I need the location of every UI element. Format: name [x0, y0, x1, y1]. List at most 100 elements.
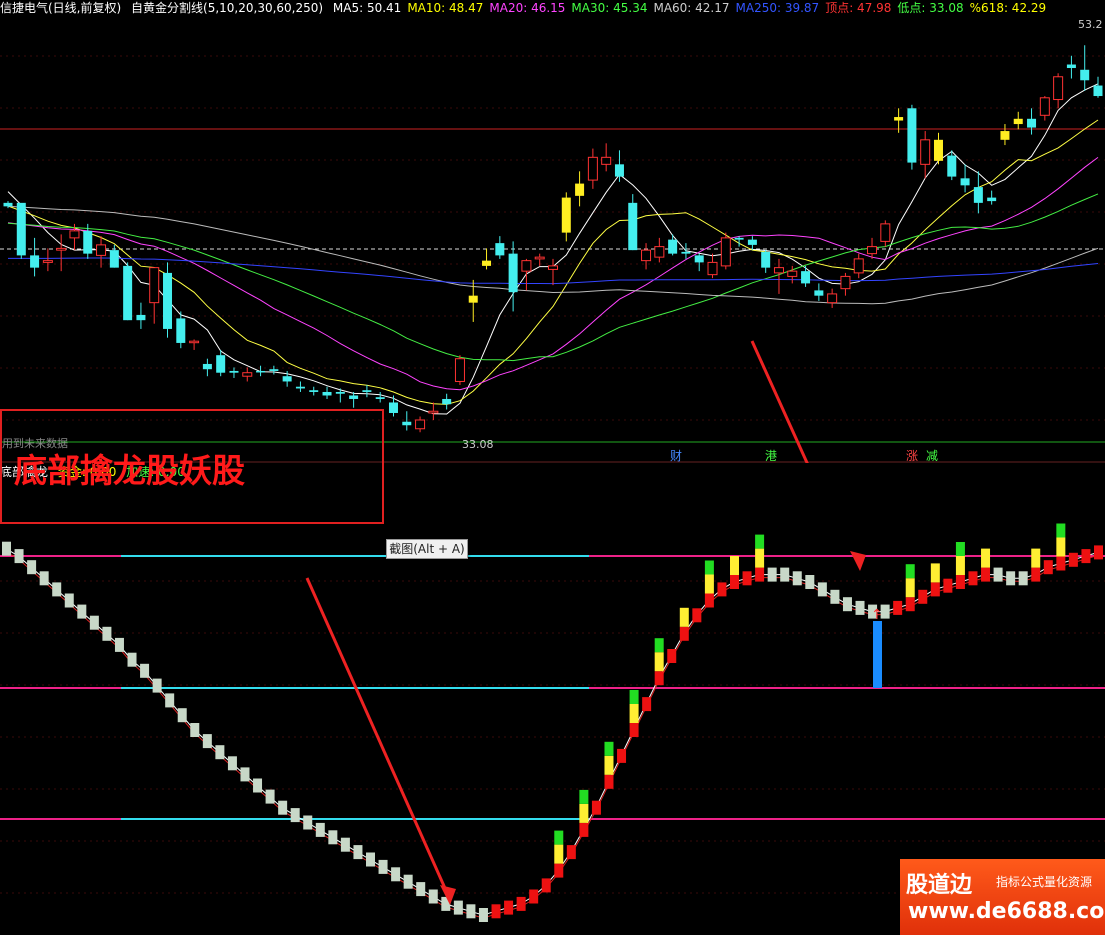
- indicator-value-5: MA250: 39.87: [735, 1, 820, 15]
- event-marker-1[interactable]: 港: [765, 449, 777, 463]
- candle-2: [30, 237, 40, 277]
- candle-61: [814, 283, 824, 301]
- indicator-block-65: [817, 582, 827, 597]
- indicator-block-body: [14, 549, 24, 564]
- candle-body: [641, 249, 652, 262]
- indicator-block-body: [993, 567, 1003, 582]
- candle-62: [827, 288, 838, 308]
- indicator-block-green: [755, 534, 765, 549]
- event-marker-0[interactable]: 财: [670, 449, 682, 463]
- indicator-block-body: [215, 745, 225, 760]
- candle-body: [282, 376, 292, 382]
- candle-52: [694, 253, 704, 272]
- indicator-block-81: [1018, 571, 1028, 586]
- indicator-block-yellow: [905, 578, 915, 598]
- event-marker-3[interactable]: 减: [926, 449, 938, 463]
- indicator-block-77: [968, 571, 978, 586]
- watermark-tagline: 指标公式量化资源: [996, 875, 1093, 889]
- candle-66: [880, 220, 891, 247]
- indicator-block-body: [240, 767, 250, 782]
- indicator-block-yellow: [1031, 548, 1041, 568]
- indicator-block-body: [89, 615, 99, 630]
- indicator-block-17: [215, 745, 225, 760]
- indicator-block-25: [315, 822, 325, 837]
- candle-body: [1066, 64, 1076, 69]
- candle-body: [202, 363, 212, 370]
- candle-body: [1013, 118, 1023, 125]
- indicator-block-19: [240, 767, 250, 782]
- indicator-name[interactable]: 自黄金分割线(5,10,20,30,60,250): [131, 1, 323, 15]
- candle-60: [801, 265, 811, 287]
- candle-27: [362, 384, 372, 398]
- candle-54: [720, 232, 731, 270]
- candle-26: [349, 391, 359, 408]
- indicator-block-6: [77, 604, 87, 619]
- indicator-block-body: [918, 589, 928, 604]
- candle-body: [707, 261, 718, 276]
- candle-19: [256, 365, 266, 377]
- candle-82: [1093, 76, 1103, 98]
- indicator-block-body: [428, 889, 438, 904]
- indicator-block-yellow: [679, 607, 689, 627]
- indicator-block-21: [265, 789, 275, 804]
- indicator-block-body: [629, 723, 639, 737]
- candle-23: [309, 386, 319, 396]
- candle-body: [787, 270, 798, 277]
- indicator-block-0: [2, 541, 11, 556]
- candle-body: [814, 290, 824, 296]
- candle-body: [362, 390, 372, 392]
- indicator-block-body: [403, 874, 413, 889]
- indicator-block-4: [52, 582, 62, 597]
- candle-9: [123, 262, 133, 321]
- indicator-block-52: [654, 638, 664, 686]
- candle-body: [521, 260, 532, 272]
- candlestick-chart[interactable]: 53.2 33.08: [0, 16, 1105, 463]
- indicator-block-37: [466, 904, 476, 919]
- indicator-block-16: [202, 734, 212, 749]
- candle-body: [867, 246, 878, 255]
- indicator-block-yellow: [755, 548, 765, 568]
- candle-body: [375, 397, 385, 399]
- candle-body: [176, 318, 186, 343]
- candle-57: [761, 250, 771, 273]
- event-marker-2[interactable]: 涨: [906, 449, 918, 463]
- candle-body: [614, 164, 624, 177]
- indicator-block-body: [905, 597, 915, 612]
- indicator-block-body: [767, 567, 777, 582]
- candle-17: [229, 367, 239, 378]
- indicator-block-body: [303, 815, 313, 830]
- candle-63: [840, 272, 851, 296]
- watermark-brand: 股道边: [906, 873, 973, 898]
- candle-body: [229, 370, 239, 373]
- candle-76: [1013, 111, 1023, 130]
- candle-30: [402, 411, 412, 431]
- candle-36: [482, 248, 492, 270]
- indicator-block-20: [253, 778, 263, 793]
- indicator-block-body: [177, 708, 187, 723]
- indicator-block-28: [353, 845, 363, 860]
- candle-32: [428, 402, 439, 420]
- candle-14: [189, 339, 200, 350]
- screenshot-tooltip: 截图(Alt + A): [386, 539, 468, 559]
- indicator-block-23: [290, 808, 300, 823]
- indicator-block-body: [253, 778, 263, 793]
- candle-body: [96, 244, 107, 256]
- annotation-arrow: [750, 340, 809, 463]
- indicator-block-10: [127, 652, 137, 667]
- candle-20: [269, 365, 279, 375]
- candle-body: [561, 197, 571, 233]
- candle-3: [42, 248, 53, 272]
- indicator-block-26: [328, 830, 338, 845]
- indicator-block-2: [27, 560, 37, 575]
- candle-body: [388, 402, 398, 413]
- indicator-block-27: [340, 837, 350, 852]
- candle-39: [521, 258, 532, 291]
- indicator-block-green: [579, 789, 589, 804]
- indicator-block-72: [905, 564, 915, 612]
- indicator-block-67: [842, 597, 852, 612]
- indicator-block-64: [805, 575, 815, 589]
- indicator-block-body: [265, 789, 275, 804]
- indicator-block-83: [1043, 560, 1053, 575]
- stock-title[interactable]: 信捷电气(日线,前复权): [0, 1, 121, 15]
- indicator-block-body: [930, 582, 940, 597]
